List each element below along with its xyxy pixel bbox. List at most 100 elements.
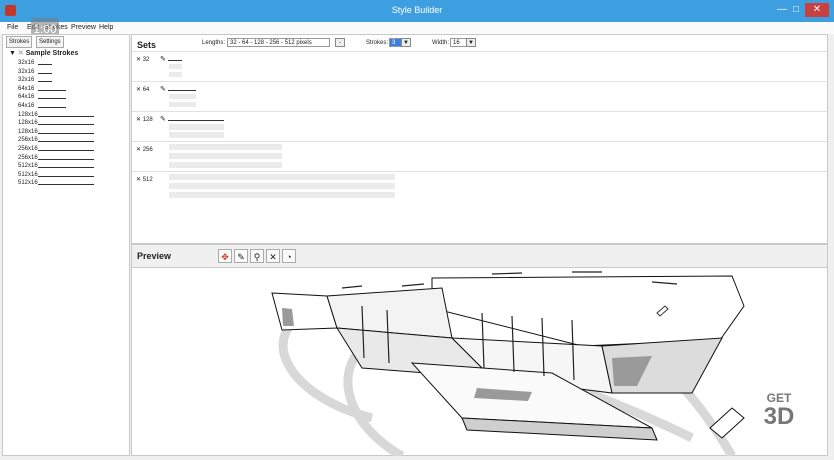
- stroke-slot[interactable]: [169, 162, 282, 168]
- menu-file[interactable]: File: [7, 24, 18, 31]
- zoom-icon[interactable]: ⚲: [250, 249, 264, 263]
- set-label: ✕ 512: [136, 177, 153, 183]
- preview-header: Preview ✥ ✎ ⚲ ✕ ◔: [132, 245, 827, 268]
- orbit-icon[interactable]: ✥: [218, 249, 232, 263]
- lengths-label: Lengths:: [202, 40, 226, 46]
- menu-bar: File Edit Strokes Preview Help: [0, 22, 834, 34]
- maximize-button[interactable]: □: [789, 3, 803, 17]
- pencil-icon[interactable]: ✎: [160, 115, 166, 123]
- stroke-tree-item[interactable]: 32x16: [18, 60, 52, 66]
- zoom-extents-icon[interactable]: ✕: [266, 249, 280, 263]
- tree-root[interactable]: ▼ ✕ Sample Strokes: [9, 49, 78, 57]
- stroke-tree-item[interactable]: 512x16: [18, 180, 94, 187]
- stroke-tree-item[interactable]: 64x16: [18, 94, 66, 100]
- stroke-item-label: 64x16: [18, 85, 35, 92]
- stroke-slot[interactable]: [169, 64, 182, 69]
- preview-title: Preview: [137, 251, 172, 261]
- tab-settings[interactable]: Settings: [36, 36, 64, 48]
- stroke-slot[interactable]: [169, 132, 224, 138]
- stroke-icon: ✕: [17, 50, 24, 57]
- stroke-item-label: 512x16: [18, 180, 38, 187]
- stroke-slot[interactable]: [169, 183, 395, 189]
- stroke-slot[interactable]: [169, 153, 282, 159]
- minimize-button[interactable]: —: [774, 3, 790, 17]
- stroke-preview: [38, 167, 94, 169]
- set-row: ✕ 512: [132, 171, 829, 202]
- menu-help[interactable]: Help: [99, 24, 113, 31]
- pencil-icon[interactable]: ✎: [160, 55, 166, 63]
- tree-root-label: Sample Strokes: [25, 50, 79, 57]
- stroke-tree-item[interactable]: 512x16: [18, 171, 94, 178]
- stroke-slot[interactable]: [169, 192, 395, 198]
- sets-panel: Sets Lengths: 32 - 64 - 128 - 256 - 512 …: [131, 34, 829, 244]
- stroke-slot[interactable]: [169, 174, 395, 180]
- stroke-tree-item[interactable]: 128x16: [18, 128, 94, 135]
- close-button[interactable]: ✕: [805, 3, 829, 17]
- set-label: ✕ 128: [136, 117, 153, 123]
- stroke-item-label: 64x16: [18, 103, 35, 109]
- stroke-preview: [38, 158, 94, 160]
- lengths-input[interactable]: 32 - 64 - 128 - 256 - 512 pixels: [227, 38, 330, 47]
- stroke-tree-item[interactable]: 64x16: [18, 85, 66, 92]
- strokes-dropdown-icon[interactable]: ▼: [401, 38, 411, 47]
- stroke-preview: [38, 150, 94, 151]
- window-title: Style Builder: [391, 5, 443, 15]
- style-icon[interactable]: ◔: [282, 249, 296, 263]
- stroke-item-label: 32x16: [18, 77, 35, 84]
- width-label: Width:: [432, 40, 450, 46]
- pencil-icon[interactable]: ✎: [234, 249, 248, 263]
- set-label: ✕ 32: [136, 57, 150, 63]
- stroke-preview: [38, 81, 52, 83]
- stroke-item-label: 512x16: [18, 171, 38, 178]
- stroke-preview: [38, 115, 94, 117]
- stroke-slot[interactable]: [169, 72, 182, 77]
- title-bar: Style Builder — □ ✕: [0, 0, 834, 22]
- stroke-tree-item[interactable]: 256x16: [18, 154, 94, 161]
- stroke-sample: [168, 60, 182, 61]
- stroke-tree-item[interactable]: 128x16: [18, 120, 94, 127]
- stroke-sample: [168, 90, 196, 91]
- lengths-button[interactable]: -: [335, 38, 345, 47]
- stroke-preview: [38, 89, 66, 91]
- building-model: [271, 271, 745, 456]
- stroke-item-label: 128x16: [18, 111, 38, 118]
- menu-preview[interactable]: Preview: [71, 24, 96, 31]
- tab-strokes[interactable]: Strokes: [6, 36, 33, 48]
- strokes-tree-panel: Strokes Settings ▼ ✕ Sample Strokes 32x1…: [2, 34, 130, 456]
- stroke-tree-item[interactable]: 256x16: [18, 137, 94, 144]
- get3d-logo: GET 3D: [763, 391, 795, 430]
- stroke-tree-item[interactable]: 128x16: [18, 111, 94, 118]
- stroke-preview: [38, 107, 66, 108]
- set-label: ✕ 64: [136, 87, 150, 93]
- stroke-item-label: 256x16: [18, 137, 38, 144]
- stroke-slot[interactable]: [169, 102, 196, 107]
- stroke-preview: [38, 132, 94, 134]
- stroke-item-label: 128x16: [18, 128, 38, 135]
- stroke-item-label: 256x16: [18, 146, 38, 152]
- stroke-slot[interactable]: [169, 124, 224, 130]
- set-label: ✕ 256: [136, 147, 153, 153]
- preview-viewport[interactable]: GET 3D: [132, 268, 827, 456]
- stroke-preview: [38, 98, 66, 100]
- set-row: ✕ 256: [132, 141, 829, 172]
- stroke-slot[interactable]: [169, 144, 282, 150]
- width-dropdown-icon[interactable]: ▼: [466, 38, 476, 47]
- stroke-tree-item[interactable]: 512x16: [18, 163, 94, 170]
- stroke-item-label: 32x16: [18, 68, 35, 75]
- stroke-tree-item[interactable]: 32x16: [18, 68, 52, 75]
- stroke-preview: [38, 64, 52, 65]
- pencil-icon[interactable]: ✎: [160, 85, 166, 93]
- strokes-label: Strokes:: [366, 40, 389, 46]
- preview-panel: Preview ✥ ✎ ⚲ ✕ ◔ GET 3D: [131, 244, 828, 456]
- stroke-tree-item[interactable]: 256x16: [18, 146, 94, 152]
- set-row: ✕ 128 ✎: [132, 111, 829, 142]
- stroke-preview: [38, 72, 52, 74]
- stroke-item-label: 256x16: [18, 154, 38, 161]
- stroke-preview: [38, 124, 94, 126]
- stroke-tree-item[interactable]: 64x16: [18, 103, 66, 109]
- stroke-item-label: 128x16: [18, 120, 38, 127]
- stroke-item-label: 32x16: [18, 60, 35, 66]
- stroke-tree-item[interactable]: 32x16: [18, 77, 52, 84]
- stroke-slot[interactable]: [169, 94, 196, 99]
- stroke-item-label: 512x16: [18, 163, 38, 170]
